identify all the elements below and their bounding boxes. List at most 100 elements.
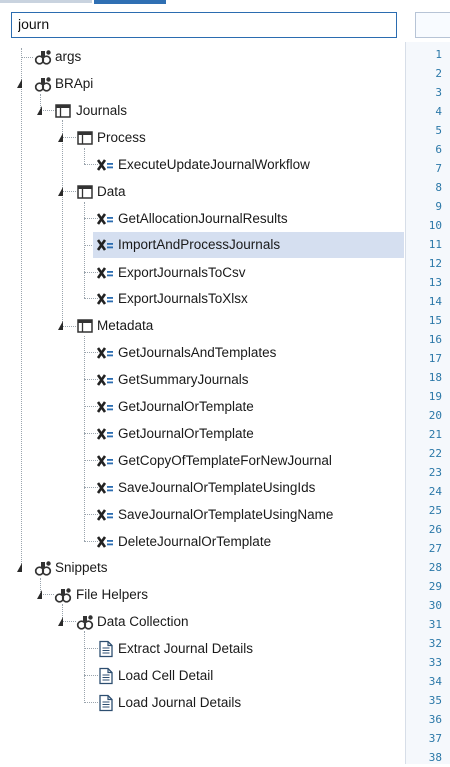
tree-item-label: ExecuteUpdateJournalWorkflow <box>118 157 310 172</box>
tree-item-brapi[interactable]: BRApi <box>0 72 404 96</box>
line-number: 24 <box>428 485 442 498</box>
class-icon <box>54 102 72 120</box>
tree-item-label: Journals <box>76 103 128 118</box>
tree-item-execute-update-journal-workflow[interactable]: ExecuteUpdateJournalWorkflow <box>0 153 404 177</box>
tree-item-label: SaveJournalOrTemplateUsingName <box>118 507 334 522</box>
tree-item-label: GetJournalsAndTemplates <box>118 345 277 360</box>
class-icon <box>76 183 94 201</box>
tree-item-data-collection[interactable]: Data Collection <box>0 610 404 634</box>
line-number: 6 <box>435 143 442 156</box>
line-number: 27 <box>428 542 442 555</box>
tree-item-get-journal-or-template[interactable]: GetJournalOrTemplate <box>0 422 404 446</box>
class-icon <box>76 129 94 147</box>
line-number: 15 <box>428 314 442 327</box>
method-icon <box>96 236 115 254</box>
method-icon <box>96 479 115 497</box>
line-number: 23 <box>428 466 442 479</box>
method-icon <box>96 264 115 282</box>
tree-item-args[interactable]: args <box>0 45 404 69</box>
tree-item-save-journal-or-template-using-name[interactable]: SaveJournalOrTemplateUsingName <box>0 503 404 527</box>
line-number: 9 <box>435 200 442 213</box>
method-icon <box>96 452 115 470</box>
tree-item-journals[interactable]: Journals <box>0 99 404 123</box>
expanded-toggle-icon[interactable] <box>58 321 63 330</box>
line-number: 5 <box>435 124 442 137</box>
line-number-gutter: 1 2 3 4 5 6 7 8 9 10 11 12 13 14 15 16 17 18 19 20 21 22 23 24 2… <box>405 42 450 764</box>
line-number: 20 <box>428 409 442 422</box>
tree-item-save-journal-or-template-using-ids[interactable]: SaveJournalOrTemplateUsingIds <box>0 476 404 500</box>
method-icon <box>96 506 115 524</box>
tree-item-load-cell-detail[interactable]: Load Cell Detail <box>0 664 404 688</box>
tree-item-export-journals-to-csv[interactable]: ExportJournalsToCsv <box>0 261 404 285</box>
method-icon <box>96 210 115 228</box>
tree-item-label: Metadata <box>97 318 154 333</box>
tree-item-export-journals-to-xlsx[interactable]: ExportJournalsToXlsx <box>0 287 404 311</box>
method-icon <box>96 156 115 174</box>
tree-item-get-journal-or-template[interactable]: GetJournalOrTemplate <box>0 395 404 419</box>
tree-item-process[interactable]: Process <box>0 126 404 150</box>
expanded-toggle-icon[interactable] <box>58 617 63 626</box>
line-number: 35 <box>428 694 442 707</box>
expanded-toggle-icon[interactable] <box>58 133 63 142</box>
line-number: 25 <box>428 504 442 517</box>
tree-item-label: GetSummaryJournals <box>118 372 249 387</box>
line-number: 10 <box>428 219 442 232</box>
tree-item-get-journals-and-templates[interactable]: GetJournalsAndTemplates <box>0 341 404 365</box>
tree-item-label: GetCopyOfTemplateForNewJournal <box>118 453 332 468</box>
tree-item-label: SaveJournalOrTemplateUsingIds <box>118 480 316 495</box>
tree-item-label: Snippets <box>55 560 108 575</box>
expanded-toggle-icon[interactable] <box>37 106 42 115</box>
line-number: 28 <box>428 561 442 574</box>
line-number: 13 <box>428 276 442 289</box>
line-number: 19 <box>428 390 442 403</box>
namespace-icon <box>76 613 94 631</box>
line-number: 1 <box>435 48 442 61</box>
line-number: 36 <box>428 713 442 726</box>
line-number: 38 <box>428 751 442 764</box>
tree-item-get-allocation-journal-results[interactable]: GetAllocationJournalResults <box>0 207 404 231</box>
editor-header <box>415 12 450 38</box>
line-number: 4 <box>435 105 442 118</box>
tree-item-delete-journal-or-template[interactable]: DeleteJournalOrTemplate <box>0 530 404 554</box>
tree-item-label: GetJournalOrTemplate <box>118 426 254 441</box>
tree-item-file-helpers[interactable]: File Helpers <box>0 583 404 607</box>
tree-item-data[interactable]: Data <box>0 180 404 204</box>
tree-item-get-copy-of-template-for-new-journal[interactable]: GetCopyOfTemplateForNewJournal <box>0 449 404 473</box>
method-icon <box>96 371 115 389</box>
tree-item-label: GetAllocationJournalResults <box>118 211 288 226</box>
namespace-icon <box>34 559 52 577</box>
class-icon <box>76 317 94 335</box>
tree-item-label: Load Cell Detail <box>118 668 214 683</box>
line-number: 34 <box>428 675 442 688</box>
namespace-icon <box>34 48 52 66</box>
method-icon <box>96 344 115 362</box>
tree-item-metadata[interactable]: Metadata <box>0 314 404 338</box>
tree-item-label: ImportAndProcessJournals <box>118 237 281 252</box>
expanded-toggle-icon[interactable] <box>58 187 63 196</box>
line-number: 26 <box>428 523 442 536</box>
line-number: 11 <box>428 238 442 251</box>
tree-item-label: Data <box>97 184 126 199</box>
tree-item-label: ExportJournalsToCsv <box>118 265 246 280</box>
expanded-toggle-icon[interactable] <box>17 79 22 88</box>
tree-item-label: Extract Journal Details <box>118 641 254 656</box>
tree-item-label: DeleteJournalOrTemplate <box>118 534 272 549</box>
method-icon <box>96 533 115 551</box>
line-number: 2 <box>435 67 442 80</box>
tree-item-get-summary-journals[interactable]: GetSummaryJournals <box>0 368 404 392</box>
tree-item-label: Data Collection <box>97 614 189 629</box>
line-number: 3 <box>435 86 442 99</box>
tree-item-load-journal-details[interactable]: Load Journal Details <box>0 691 404 715</box>
tree-item-extract-journal-details[interactable]: Extract Journal Details <box>0 637 404 661</box>
tree-item-import-and-process-journals[interactable]: ImportAndProcessJournals <box>0 232 404 258</box>
line-number: 22 <box>428 447 442 460</box>
namespace-icon <box>34 75 52 93</box>
expanded-toggle-icon[interactable] <box>17 563 22 572</box>
line-number: 7 <box>435 162 442 175</box>
tree-item-snippets[interactable]: Snippets <box>0 556 404 580</box>
method-icon <box>96 290 115 308</box>
line-number: 16 <box>428 333 442 346</box>
line-number: 17 <box>428 352 442 365</box>
expanded-toggle-icon[interactable] <box>37 590 42 599</box>
line-number: 30 <box>428 599 442 612</box>
